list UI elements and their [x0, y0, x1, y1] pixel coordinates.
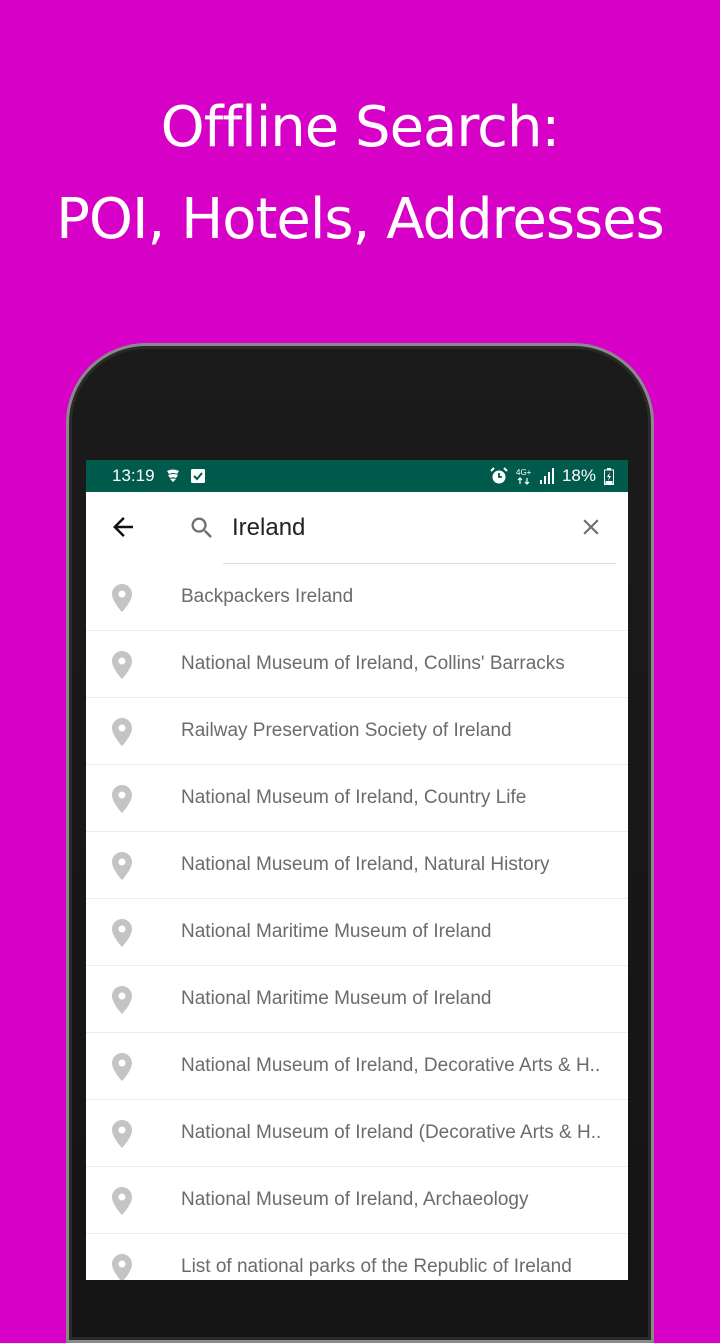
result-label: Backpackers Ireland	[181, 586, 354, 607]
result-item[interactable]: National Museum of Ireland, Archaeology	[86, 1167, 628, 1234]
result-label: List of national parks of the Republic o…	[181, 1256, 572, 1277]
map-pin-icon	[112, 852, 132, 880]
result-item[interactable]: List of national parks of the Republic o…	[86, 1234, 628, 1280]
map-pin-icon	[112, 919, 132, 947]
battery-percent: 18%	[561, 466, 596, 485]
search-input[interactable]	[232, 508, 562, 548]
result-label: National Museum of Ireland (Decorative A…	[181, 1122, 602, 1143]
result-item[interactable]: National Museum of Ireland, Country Life	[86, 765, 628, 832]
4g-plus-icon: 4G+	[516, 467, 532, 485]
promo-headline: Offline Search: POI, Hotels, Addresses	[0, 82, 720, 266]
status-bar: 13:19 4G+ 18%	[86, 460, 628, 492]
arrow-left-icon	[113, 517, 133, 537]
search-bar	[86, 492, 628, 564]
map-pin-icon	[112, 1053, 132, 1081]
map-pin-icon	[112, 1187, 132, 1215]
result-item[interactable]: National Museum of Ireland, Natural Hist…	[86, 832, 628, 899]
back-button[interactable]	[108, 512, 138, 542]
result-label: National Museum of Ireland, Country Life	[181, 787, 527, 808]
result-item[interactable]: National Museum of Ireland, Decorative A…	[86, 1033, 628, 1100]
result-item[interactable]: National Museum of Ireland (Decorative A…	[86, 1100, 628, 1167]
result-label: National Maritime Museum of Ireland	[181, 988, 492, 1009]
result-item[interactable]: National Maritime Museum of Ireland	[86, 966, 628, 1033]
notification-app-icon	[165, 469, 181, 483]
clear-search-button[interactable]	[578, 514, 604, 540]
result-label: Railway Preservation Society of Ireland	[181, 720, 512, 741]
battery-charging-icon	[604, 467, 614, 485]
checkbox-notification-icon	[190, 469, 205, 483]
svg-text:4G+: 4G+	[516, 468, 532, 477]
result-label: National Museum of Ireland, Decorative A…	[181, 1055, 601, 1076]
headline-line-2: POI, Hotels, Addresses	[56, 187, 665, 252]
result-label: National Museum of Ireland, Archaeology	[181, 1189, 529, 1210]
result-item[interactable]: National Museum of Ireland, Collins' Bar…	[86, 631, 628, 698]
search-icon	[188, 514, 216, 542]
result-item[interactable]: National Maritime Museum of Ireland	[86, 899, 628, 966]
alarm-icon	[490, 467, 508, 485]
close-icon	[583, 519, 599, 535]
map-pin-icon	[112, 718, 132, 746]
map-pin-icon	[112, 1120, 132, 1148]
headline-line-1: Offline Search:	[160, 95, 561, 160]
result-item[interactable]: Backpackers Ireland	[86, 564, 628, 631]
map-pin-icon	[112, 785, 132, 813]
phone-screen: 13:19 4G+ 18% Ireland Backpackers Irelan…	[86, 460, 628, 1280]
signal-icon	[539, 468, 554, 484]
result-label: National Museum of Ireland, Natural Hist…	[181, 854, 550, 875]
status-time: 13:19	[112, 466, 155, 485]
map-pin-icon	[112, 1254, 132, 1280]
map-pin-icon	[112, 584, 132, 612]
result-item[interactable]: Railway Preservation Society of Ireland	[86, 698, 628, 765]
map-pin-icon	[112, 986, 132, 1014]
map-pin-icon	[112, 651, 132, 679]
results-list: Backpackers Ireland National Museum of I…	[86, 564, 628, 1280]
result-label: National Maritime Museum of Ireland	[181, 921, 492, 942]
result-label: National Museum of Ireland, Collins' Bar…	[181, 653, 565, 674]
